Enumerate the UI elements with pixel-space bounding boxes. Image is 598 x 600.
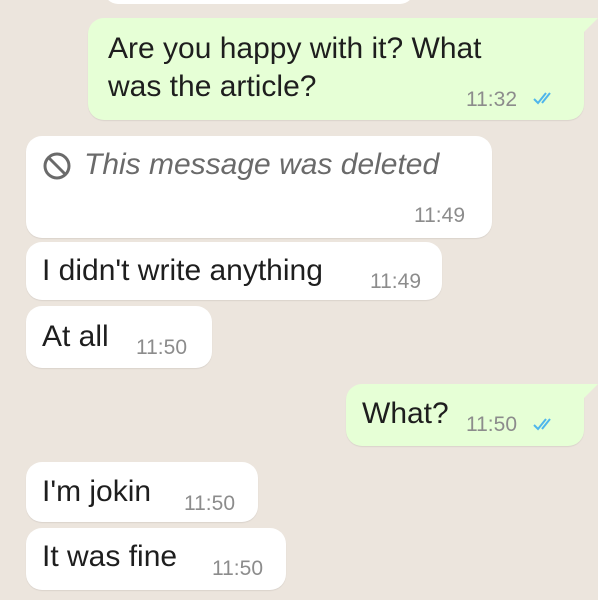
incoming-message-bubble[interactable]: At all 11:50: [26, 306, 212, 368]
chat-conversation: Are you happy with it? What was the arti…: [0, 0, 598, 600]
outgoing-bubble-tail: [584, 18, 598, 32]
message-text-line-2: was the article?: [108, 70, 317, 103]
message-timestamp: 11:49: [370, 270, 421, 293]
message-text: It was fine: [42, 540, 178, 573]
previous-message-bubble[interactable]: [104, 0, 414, 4]
message-timestamp: 11:49: [414, 204, 465, 227]
message-text: At all: [42, 320, 109, 353]
message-timestamp: 11:50: [184, 492, 235, 515]
message-text: I'm jokin: [42, 475, 152, 508]
outgoing-bubble-tail: [584, 384, 598, 398]
blocked-icon: [43, 152, 71, 180]
message-timestamp: 11:50: [212, 557, 263, 580]
message-text: I didn't write anything: [42, 254, 323, 287]
read-receipt-icon: [533, 418, 551, 431]
message-text: What?: [362, 397, 449, 430]
message-timestamp: 11:32: [466, 88, 517, 111]
deleted-message-text: This message was deleted: [84, 148, 440, 181]
message-text-line-1: Are you happy with it? What: [108, 32, 482, 65]
deleted-message-bubble[interactable]: This message was deleted 11:49: [26, 136, 492, 238]
outgoing-message-bubble[interactable]: What? 11:50: [346, 384, 584, 446]
message-timestamp: 11:50: [466, 413, 517, 436]
read-receipt-icon: [533, 92, 551, 105]
outgoing-message-bubble[interactable]: Are you happy with it? What was the arti…: [88, 18, 584, 120]
incoming-message-bubble[interactable]: It was fine 11:50: [26, 528, 286, 590]
incoming-message-bubble[interactable]: I'm jokin 11:50: [26, 462, 258, 522]
incoming-message-bubble[interactable]: I didn't write anything 11:49: [26, 242, 442, 300]
message-timestamp: 11:50: [136, 336, 187, 359]
